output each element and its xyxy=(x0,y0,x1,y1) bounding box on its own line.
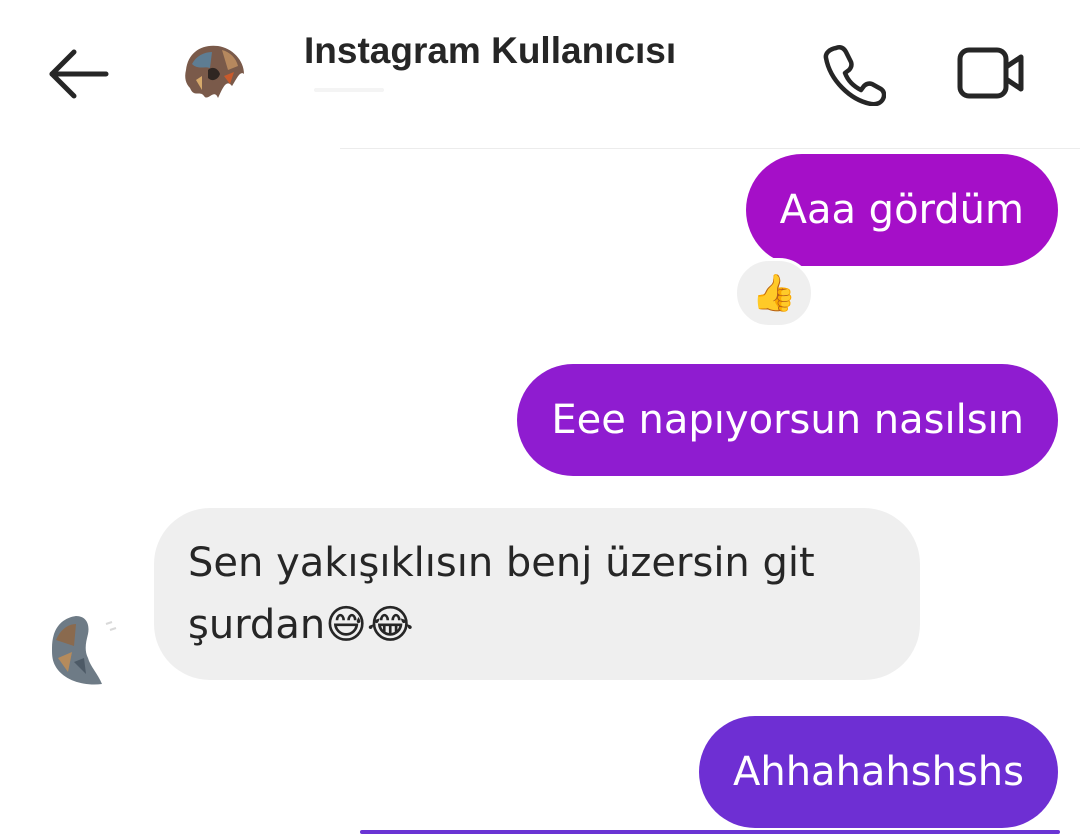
message-text: şurdan xyxy=(188,602,326,648)
video-call-button[interactable] xyxy=(950,38,1032,110)
page-title: Instagram Kullanıcısı xyxy=(304,30,677,71)
profile-photo xyxy=(184,44,248,104)
message-bubble-incoming[interactable]: Sen yakışıklısın benj üzersin git şurdan… xyxy=(154,508,920,680)
thumbs-up-icon: 👍 xyxy=(751,272,797,313)
chat-header: Instagram Kullanıcısı xyxy=(0,0,1080,148)
back-button[interactable] xyxy=(40,40,116,108)
message-bubble-outgoing[interactable]: Eee napıyorsun nasılsın xyxy=(517,364,1058,476)
status-text-placeholder xyxy=(314,88,384,92)
audio-call-button[interactable] xyxy=(818,38,890,110)
phone-icon xyxy=(823,44,886,106)
video-camera-icon xyxy=(957,47,1024,99)
divider xyxy=(340,148,1080,149)
next-message-edge xyxy=(360,830,1060,834)
message-text: Ahhahahshshs xyxy=(732,749,1024,795)
reaction-thumbs-up[interactable]: 👍 xyxy=(734,258,814,328)
message-text: Aaa gördüm xyxy=(779,187,1024,233)
arrow-left-icon xyxy=(49,49,109,99)
profile-photo xyxy=(52,612,120,685)
message-text: Eee napıyorsun nasılsın xyxy=(551,397,1024,443)
message-bubble-outgoing[interactable]: Ahhahahshshs xyxy=(698,716,1058,828)
sender-avatar[interactable] xyxy=(46,600,130,688)
message-bubble-outgoing[interactable]: Aaa gördüm xyxy=(745,154,1058,266)
message-text-line: Sen yakışıklısın benj üzersin git xyxy=(188,540,815,586)
avatar[interactable] xyxy=(178,40,258,112)
message-text-line: şurdan😅😂 xyxy=(188,594,886,656)
laughing-emoji-icon: 😅😂 xyxy=(325,602,414,648)
